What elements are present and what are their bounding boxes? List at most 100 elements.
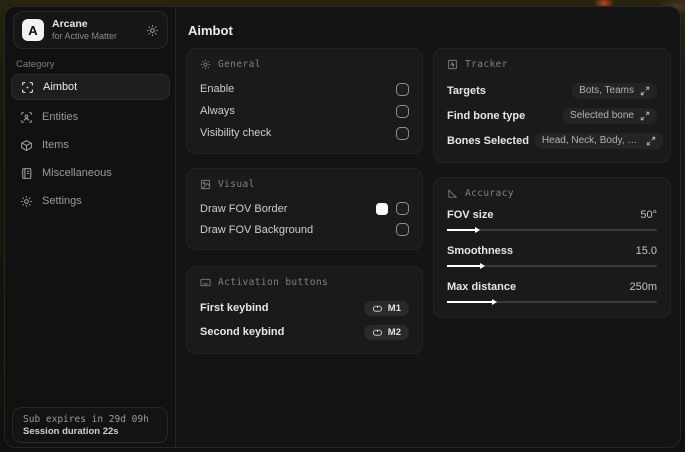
tracker-label: Find bone type [447, 109, 526, 122]
setting-label: Always [200, 105, 235, 117]
draw-fov-background-checkbox[interactable] [396, 223, 409, 236]
activation-buttons-card: Activation buttons First keybind M1 Seco… [186, 266, 423, 354]
second-keybind-button[interactable]: M2 [363, 324, 409, 340]
expand-icon [640, 86, 650, 95]
keybind-row: Second keybind M2 [200, 320, 409, 344]
keybind-label: Second keybind [200, 326, 285, 338]
fov-border-color-swatch[interactable] [376, 202, 388, 215]
always-checkbox[interactable] [396, 104, 409, 118]
sidebar: A Arcane for Active Matter Category Aimb… [5, 7, 176, 447]
first-keybind-button[interactable]: M1 [363, 300, 409, 316]
slider-label-row: Smoothness 15.0 [447, 243, 657, 258]
fov-size-slider[interactable] [447, 226, 657, 234]
left-column: General Enable Always Visibility check V… [186, 48, 423, 368]
setting-row: Draw FOV Background [200, 219, 409, 240]
slider-group: FOV size 50° [447, 207, 657, 234]
visual-card: Visual Draw FOV Border Draw FOV Backgrou… [186, 168, 423, 250]
sidebar-item-items[interactable]: Items [11, 131, 170, 159]
slider-fill [447, 226, 481, 233]
slider-value: 15.0 [635, 244, 657, 257]
visibility-check-checkbox[interactable] [396, 126, 409, 140]
slider-label: Max distance [447, 280, 517, 293]
activity-icon [447, 59, 458, 70]
slider-label: Smoothness [447, 244, 514, 257]
setting-controls [376, 202, 409, 215]
setting-row: Visibility check [200, 122, 409, 144]
slider-fill [447, 262, 485, 269]
app-window: A Arcane for Active Matter Category Aimb… [4, 6, 681, 448]
smoothness-slider[interactable] [447, 262, 657, 270]
select-value: Selected bone [570, 110, 634, 121]
sidebar-item-aimbot[interactable]: Aimbot [11, 74, 170, 100]
keybind-value: M1 [387, 302, 401, 314]
sidebar-item-settings[interactable]: Settings [11, 187, 170, 215]
accuracy-card-header: Accuracy [447, 188, 657, 199]
card-title: Accuracy [465, 188, 514, 199]
enable-checkbox[interactable] [396, 82, 409, 96]
select-value: Head, Neck, Body, Pe… [541, 135, 640, 146]
slider-fill [447, 298, 498, 305]
tracker-row: Find bone type Selected bone [447, 103, 657, 128]
select-value: Bots, Teams [579, 85, 634, 96]
keybind-row: First keybind M1 [200, 296, 409, 320]
image-icon [200, 179, 211, 190]
setting-label: Draw FOV Border [200, 202, 288, 215]
tracker-card: Tracker Targets Bots, Teams Find bone ty… [433, 48, 671, 163]
notebook-icon [20, 167, 33, 180]
sidebar-item-label: Items [42, 139, 69, 151]
brand-card: A Arcane for Active Matter [13, 11, 168, 49]
setting-label: Enable [200, 83, 235, 95]
sidebar-item-label: Miscellaneous [42, 167, 112, 179]
crosshair-scan-icon [21, 81, 34, 94]
general-card: General Enable Always Visibility check [186, 48, 423, 154]
page-title: Aimbot [188, 23, 233, 38]
sidebar-item-label: Aimbot [43, 81, 78, 93]
max-distance-slider[interactable] [447, 298, 657, 306]
sidebar-item-entities[interactable]: Entities [11, 103, 170, 131]
card-title: Visual [218, 179, 255, 190]
sidebar-item-label: Settings [42, 195, 82, 207]
category-label: Category [16, 59, 55, 70]
card-title: General [218, 59, 261, 70]
tracker-row: Bones Selected Head, Neck, Body, Pe… [447, 128, 663, 153]
keyboard-icon [200, 277, 211, 288]
slider-value: 250m [629, 280, 657, 293]
person-scan-icon [20, 111, 33, 124]
gear-icon [20, 195, 33, 208]
subscription-info: Sub expires in 29d 09h Session duration … [12, 407, 168, 443]
right-column: Tracker Targets Bots, Teams Find bone ty… [433, 48, 671, 332]
gear-icon[interactable] [146, 24, 159, 37]
sub-expiry: Sub expires in 29d 09h [23, 413, 149, 425]
setting-label: Draw FOV Background [200, 223, 314, 236]
main-content: Aimbot General Enable Always Visibility … [176, 7, 680, 447]
brand-text: Arcane for Active Matter [52, 18, 138, 42]
draw-fov-border-checkbox[interactable] [396, 202, 409, 215]
slider-label-row: FOV size 50° [447, 207, 657, 222]
tracker-row: Targets Bots, Teams [447, 78, 657, 103]
setting-row: Draw FOV Border [200, 198, 409, 219]
keybind-label: First keybind [200, 302, 269, 314]
visual-card-header: Visual [200, 179, 409, 190]
find-bone-type-select[interactable]: Selected bone [563, 107, 657, 124]
bones-selected-select[interactable]: Head, Neck, Body, Pe… [534, 132, 663, 149]
setting-label: Visibility check [200, 127, 272, 139]
brand-logo: A [22, 19, 44, 41]
setting-row: Enable [200, 78, 409, 100]
mouse-icon [372, 305, 382, 312]
expand-icon [640, 111, 650, 120]
targets-select[interactable]: Bots, Teams [572, 82, 657, 99]
sun-icon [200, 59, 211, 70]
card-title: Activation buttons [218, 277, 329, 288]
slider-group: Smoothness 15.0 [447, 243, 657, 270]
keybind-value: M2 [387, 326, 401, 338]
setting-row: Always [200, 100, 409, 122]
cube-icon [20, 139, 33, 152]
slider-label-row: Max distance 250m [447, 279, 657, 294]
sidebar-item-label: Entities [42, 111, 79, 123]
mouse-icon [372, 329, 382, 336]
tracker-card-header: Tracker [447, 59, 657, 70]
category-nav: Aimbot Entities Items Miscellaneous Sett… [11, 74, 170, 215]
sidebar-item-miscellaneous[interactable]: Miscellaneous [11, 159, 170, 187]
slider-value: 50° [640, 208, 657, 221]
slider-label: FOV size [447, 208, 494, 221]
